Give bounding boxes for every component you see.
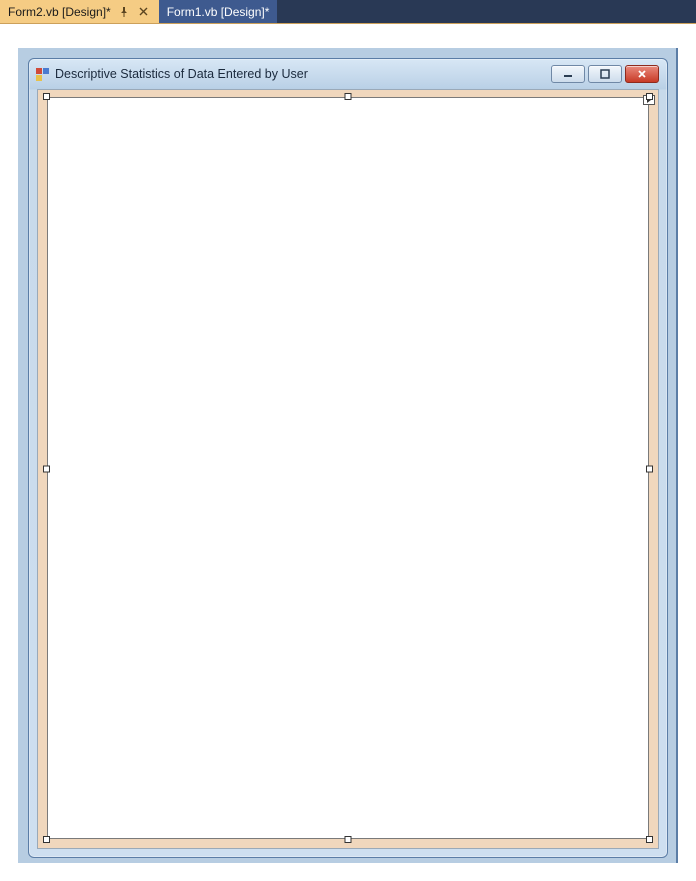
titlebar[interactable]: Descriptive Statistics of Data Entered b… bbox=[29, 59, 667, 89]
design-surface[interactable]: Descriptive Statistics of Data Entered b… bbox=[0, 25, 696, 881]
pin-icon[interactable] bbox=[117, 5, 131, 19]
tab-strip: Form2.vb [Design]* Form1.vb [Design]* bbox=[0, 0, 696, 24]
tab-label: Form1.vb [Design]* bbox=[167, 5, 270, 19]
surface-edge bbox=[676, 48, 678, 863]
resize-handle-sw[interactable] bbox=[43, 836, 50, 843]
maximize-button[interactable] bbox=[588, 65, 622, 83]
resize-handle-se[interactable] bbox=[646, 836, 653, 843]
close-icon[interactable] bbox=[137, 5, 151, 19]
selected-control[interactable] bbox=[47, 97, 649, 839]
tab-form2-design[interactable]: Form2.vb [Design]* bbox=[0, 0, 159, 23]
minimize-button[interactable] bbox=[551, 65, 585, 83]
design-surface-inner: Descriptive Statistics of Data Entered b… bbox=[18, 48, 678, 863]
form-client-area[interactable] bbox=[37, 89, 659, 849]
form-window[interactable]: Descriptive Statistics of Data Entered b… bbox=[28, 58, 668, 858]
resize-handle-nw[interactable] bbox=[43, 93, 50, 100]
resize-handle-w[interactable] bbox=[43, 466, 50, 473]
window-title: Descriptive Statistics of Data Entered b… bbox=[55, 67, 545, 81]
resize-handle-e[interactable] bbox=[646, 466, 653, 473]
resize-handle-n[interactable] bbox=[345, 93, 352, 100]
tab-label: Form2.vb [Design]* bbox=[8, 5, 111, 19]
window-buttons bbox=[551, 65, 659, 83]
resize-handle-s[interactable] bbox=[345, 836, 352, 843]
resize-handle-ne[interactable] bbox=[646, 93, 653, 100]
tab-form1-design[interactable]: Form1.vb [Design]* bbox=[159, 0, 278, 23]
form-icon bbox=[35, 67, 49, 81]
close-button[interactable] bbox=[625, 65, 659, 83]
